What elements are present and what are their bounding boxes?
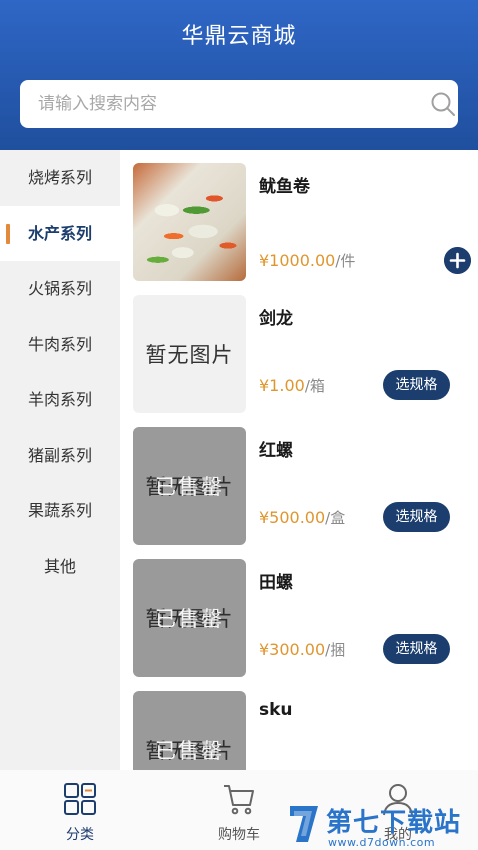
category-sidebar: 烧烤系列 水产系列 火锅系列 牛肉系列 羊肉系列 猪副系列 果蔬系列 其他 bbox=[0, 150, 120, 770]
price-value: ¥500.00 bbox=[259, 508, 326, 527]
list-item[interactable]: 暂无图片 已售罄 sku bbox=[120, 678, 478, 770]
price-value: ¥1.00 bbox=[259, 376, 305, 395]
price-unit: /件 bbox=[335, 252, 356, 270]
add-to-cart-icon[interactable] bbox=[444, 247, 471, 274]
product-image-soldout[interactable]: 暂无图片 已售罄 bbox=[133, 691, 246, 770]
sold-out-label: 已售罄 bbox=[155, 739, 224, 763]
sidebar-item-beef[interactable]: 牛肉系列 bbox=[0, 317, 120, 373]
price-value: ¥300.00 bbox=[259, 640, 326, 659]
product-name: 田螺 bbox=[259, 573, 293, 593]
list-item[interactable]: 暂无图片 已售罄 红螺 ¥500.00/盒 选规格 bbox=[120, 414, 478, 545]
tab-label: 购物车 bbox=[218, 827, 260, 843]
sidebar-item-hotpot[interactable]: 火锅系列 bbox=[0, 261, 120, 317]
product-price: ¥300.00/捆 bbox=[259, 639, 345, 660]
select-spec-button[interactable]: 选规格 bbox=[383, 502, 450, 532]
tab-category[interactable]: 分类 bbox=[20, 770, 140, 850]
product-name: 鱿鱼卷 bbox=[259, 177, 310, 197]
product-price: ¥500.00/盒 bbox=[259, 507, 345, 528]
sidebar-item-lamb[interactable]: 羊肉系列 bbox=[0, 372, 120, 428]
search-bar[interactable] bbox=[20, 80, 458, 128]
sidebar-item-other[interactable]: 其他 bbox=[0, 539, 120, 595]
product-name: 剑龙 bbox=[259, 309, 293, 329]
product-price: ¥1000.00/件 bbox=[259, 250, 355, 271]
watermark-logo-icon bbox=[290, 806, 318, 842]
price-value: ¥1000.00 bbox=[259, 251, 336, 270]
list-item[interactable]: 暂无图片 剑龙 ¥1.00/箱 选规格 bbox=[120, 282, 478, 413]
sidebar-item-seafood[interactable]: 水产系列 bbox=[0, 205, 120, 261]
product-name: 红螺 bbox=[259, 441, 293, 461]
select-spec-button[interactable]: 选规格 bbox=[383, 634, 450, 664]
product-image-soldout[interactable]: 暂无图片 已售罄 bbox=[133, 559, 246, 677]
sidebar-item-produce[interactable]: 果蔬系列 bbox=[0, 483, 120, 539]
price-unit: /盒 bbox=[325, 509, 346, 527]
product-image-soldout[interactable]: 暂无图片 已售罄 bbox=[133, 427, 246, 545]
product-price: ¥1.00/箱 bbox=[259, 375, 325, 396]
list-item[interactable]: 鱿鱼卷 ¥1000.00/件 bbox=[120, 150, 478, 281]
product-list: 鱿鱼卷 ¥1000.00/件 暂无图片 剑龙 ¥1.00/箱 选规格 暂无图片 … bbox=[120, 150, 478, 770]
app-header: 华鼎云商城 bbox=[0, 0, 478, 150]
search-input[interactable] bbox=[38, 80, 408, 128]
product-image[interactable] bbox=[133, 163, 246, 281]
price-unit: /捆 bbox=[325, 641, 346, 659]
watermark-url: www.d7down.com bbox=[328, 836, 436, 849]
page-title: 华鼎云商城 bbox=[181, 24, 297, 49]
sidebar-item-pork-offal[interactable]: 猪副系列 bbox=[0, 428, 120, 484]
list-item[interactable]: 暂无图片 已售罄 田螺 ¥300.00/捆 选规格 bbox=[120, 546, 478, 677]
price-unit: /箱 bbox=[304, 377, 325, 395]
sold-out-label: 已售罄 bbox=[155, 475, 224, 499]
search-icon[interactable] bbox=[430, 91, 456, 117]
site-watermark: 第七下载站 www.d7down.com bbox=[286, 800, 478, 850]
product-image-placeholder[interactable]: 暂无图片 bbox=[133, 295, 246, 413]
product-name: sku bbox=[259, 700, 293, 720]
sold-out-label: 已售罄 bbox=[155, 607, 224, 631]
sidebar-item-bbq[interactable]: 烧烤系列 bbox=[0, 150, 120, 206]
tab-cart[interactable]: 购物车 bbox=[179, 770, 299, 850]
category-grid-icon bbox=[64, 783, 96, 815]
select-spec-button[interactable]: 选规格 bbox=[383, 370, 450, 400]
shopping-cart-icon bbox=[224, 785, 254, 815]
watermark-text: 第七下载站 bbox=[326, 808, 462, 838]
tab-label: 分类 bbox=[66, 827, 94, 843]
